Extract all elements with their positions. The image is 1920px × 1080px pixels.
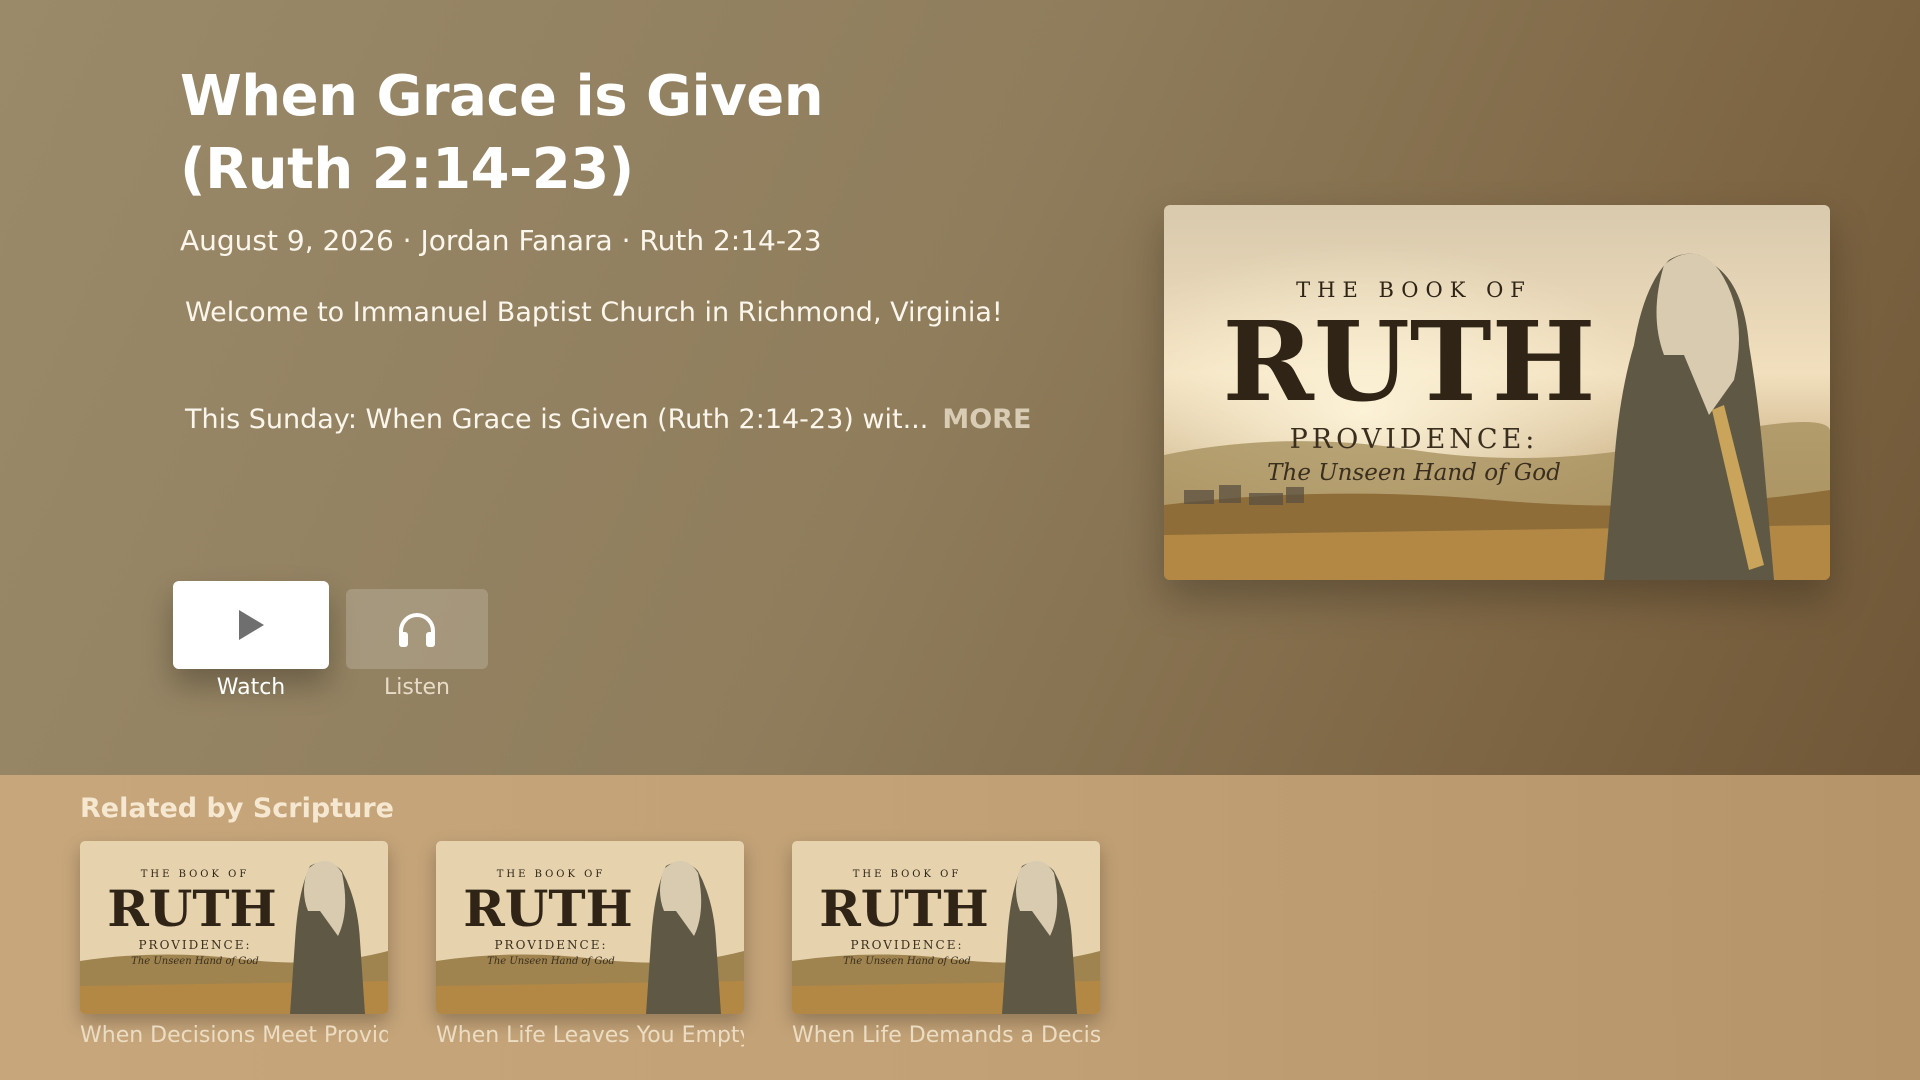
headphones-icon [399,613,435,647]
sermon-title: When Grace is Given (Ruth 2:14-23) [180,64,824,202]
related-card[interactable]: THE BOOK OF RUTH PROVIDENCE: The Unseen … [792,841,1100,1048]
related-section: Related by Scripture THE BOOK OF RUTH PR… [0,775,1920,1080]
sermon-series-artwork: THE BOOK OF RUTH PROVIDENCE: The Unseen … [1164,205,1830,580]
thumb-series-sub: PROVIDENCE: [494,938,607,952]
play-icon [239,610,264,640]
related-heading: Related by Scripture [80,793,394,824]
thumb-series-name: RUTH [463,879,633,938]
related-card-title: When Decisions Meet Provide [80,1023,388,1048]
artwork-series-sub: PROVIDENCE: [1290,424,1539,455]
sermon-description-line2: This Sunday: When Grace is Given (Ruth 2… [185,404,1031,435]
artwork-series-name: RUTH [1222,297,1595,426]
listen-button[interactable] [346,589,488,669]
series-thumbnail-image: THE BOOK OF RUTH PROVIDENCE: The Unseen … [436,841,744,1014]
sermon-meta: August 9, 2026 · Jordan Fanara · Ruth 2:… [180,224,822,257]
sermon-description-line1: Welcome to Immanuel Baptist Church in Ri… [185,297,1003,328]
series-artwork-image: THE BOOK OF RUTH PROVIDENCE: The Unseen … [1164,205,1830,580]
watch-label: Watch [216,675,286,700]
listen-label: Listen [384,675,450,700]
thumb-series-tagline: The Unseen Hand of God [131,956,259,967]
related-card-title: When Life Leaves You Empty ( [436,1023,744,1048]
thumb-series-name: RUTH [107,879,277,938]
thumb-series-tagline: The Unseen Hand of God [843,956,971,967]
related-card-title: When Life Demands a Decisio [792,1023,1100,1048]
thumb-series-tagline: The Unseen Hand of God [487,956,615,967]
series-thumbnail-image: THE BOOK OF RUTH PROVIDENCE: The Unseen … [80,841,388,1014]
related-card[interactable]: THE BOOK OF RUTH PROVIDENCE: The Unseen … [436,841,744,1048]
more-link[interactable]: MORE [942,404,1031,435]
thumb-series-sub: PROVIDENCE: [138,938,251,952]
thumb-series-name: RUTH [819,879,989,938]
related-card-thumbnail: THE BOOK OF RUTH PROVIDENCE: The Unseen … [792,841,1100,1014]
series-thumbnail-image: THE BOOK OF RUTH PROVIDENCE: The Unseen … [792,841,1100,1014]
artwork-series-tagline: The Unseen Hand of God [1267,460,1561,486]
related-card[interactable]: THE BOOK OF RUTH PROVIDENCE: The Unseen … [80,841,388,1048]
watch-button[interactable] [173,581,329,669]
related-card-thumbnail: THE BOOK OF RUTH PROVIDENCE: The Unseen … [80,841,388,1014]
sermon-detail-hero: When Grace is Given (Ruth 2:14-23) Augus… [0,0,1920,775]
related-card-thumbnail: THE BOOK OF RUTH PROVIDENCE: The Unseen … [436,841,744,1014]
thumb-series-sub: PROVIDENCE: [850,938,963,952]
sermon-description-text: This Sunday: When Grace is Given (Ruth 2… [185,404,929,435]
